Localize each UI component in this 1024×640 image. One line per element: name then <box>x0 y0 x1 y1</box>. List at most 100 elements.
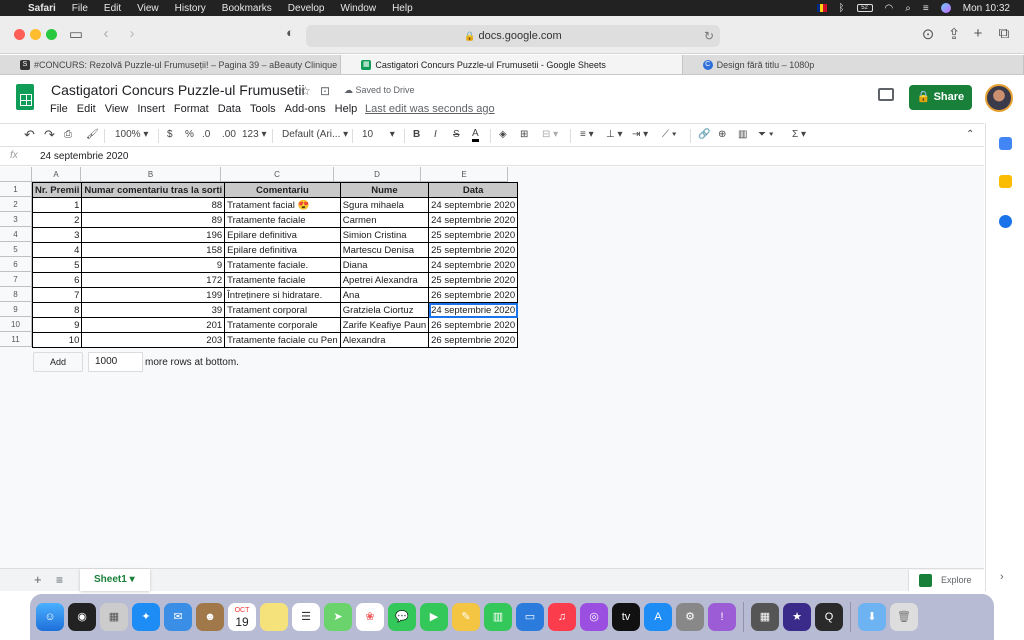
facetime-icon[interactable]: ▶ <box>420 603 448 631</box>
spotlight-icon[interactable]: ⌕ <box>905 3 911 14</box>
borders-icon[interactable]: ⊞ <box>520 129 528 140</box>
row-header[interactable]: 7 <box>0 272 32 287</box>
pages-icon[interactable]: ✎ <box>452 603 480 631</box>
menu-file[interactable]: File <box>64 3 96 14</box>
table-cell[interactable]: 39 <box>81 302 226 318</box>
table-cell[interactable]: 89 <box>81 212 226 228</box>
notes-icon[interactable] <box>260 603 288 631</box>
menu-develop[interactable]: Develop <box>280 3 333 14</box>
finder-icon[interactable]: ☺ <box>36 603 64 631</box>
table-cell[interactable]: Tratamente corporale <box>224 317 341 333</box>
menu-help[interactable]: Help <box>384 3 421 14</box>
calendar-icon[interactable] <box>999 137 1012 150</box>
row-header[interactable]: 9 <box>0 302 32 317</box>
table-cell[interactable]: Diana <box>339 257 430 273</box>
vertical-align-icon[interactable]: ⊥ ▾ <box>606 129 623 140</box>
comments-icon[interactable] <box>878 88 894 101</box>
table-cell[interactable]: 196 <box>81 227 226 243</box>
table-cell[interactable]: 26 septembrie 2020 <box>428 317 519 333</box>
table-cell[interactable]: 24 septembrie 2020 <box>428 197 519 213</box>
imovie-icon[interactable]: ★ <box>783 603 811 631</box>
table-cell[interactable]: 1 <box>31 197 83 213</box>
table-cell[interactable]: Tratamente faciale <box>224 212 341 228</box>
text-color-button[interactable]: A <box>472 129 479 142</box>
table-cell[interactable]: 5 <box>31 257 83 273</box>
siri-icon[interactable] <box>940 3 951 13</box>
table-cell[interactable]: Sgura mihaela <box>339 197 430 213</box>
table-cell[interactable]: 25 septembrie 2020 <box>428 272 519 288</box>
close-window-button[interactable] <box>14 29 25 40</box>
column-header-a[interactable]: A <box>32 167 81 182</box>
print-icon[interactable]: ⎙ <box>64 129 72 140</box>
sheets-menu-addons[interactable]: Add-ons <box>285 103 326 115</box>
wifi-icon[interactable]: ◠ <box>885 3 894 14</box>
keynote-icon[interactable]: ▭ <box>516 603 544 631</box>
percent-format-button[interactable]: % <box>185 129 194 140</box>
move-folder-icon[interactable]: ⊡ <box>320 84 330 98</box>
maps-icon[interactable]: ➤ <box>324 603 352 631</box>
strikethrough-button[interactable]: S <box>453 129 460 140</box>
photos-icon[interactable]: ❀ <box>356 603 384 631</box>
header-cell[interactable]: Comentariu <box>224 182 341 198</box>
paint-format-icon[interactable]: 🖌 <box>86 129 99 140</box>
privacy-shield-icon[interactable]: ◐ <box>280 25 300 40</box>
table-cell[interactable]: Tratamente faciale cu Pen <box>224 332 341 348</box>
table-cell[interactable]: 158 <box>81 242 226 258</box>
formula-input[interactable]: 24 septembrie 2020 <box>40 151 128 162</box>
column-header-e[interactable]: E <box>421 167 508 182</box>
system-preferences-icon[interactable]: ⚙ <box>676 603 704 631</box>
add-rows-button[interactable]: Add <box>33 352 83 372</box>
menu-edit[interactable]: Edit <box>96 3 129 14</box>
table-cell[interactable]: 26 septembrie 2020 <box>428 287 519 303</box>
sheets-menu-data[interactable]: Data <box>218 103 241 115</box>
zoom-window-button[interactable] <box>46 29 57 40</box>
header-cell[interactable]: Data <box>428 182 519 198</box>
mail-icon[interactable]: ✉ <box>164 603 192 631</box>
insert-chart-icon[interactable]: ▥ <box>738 129 747 140</box>
sheets-menu-tools[interactable]: Tools <box>250 103 276 115</box>
table-cell[interactable]: 201 <box>81 317 226 333</box>
sheets-menu-view[interactable]: View <box>105 103 129 115</box>
table-cell[interactable]: 25 septembrie 2020 <box>428 227 519 243</box>
control-center-icon[interactable]: ≡ <box>923 3 929 14</box>
clock[interactable]: Mon 10:32 <box>963 3 1010 14</box>
sheets-logo-icon[interactable] <box>16 84 34 110</box>
decrease-decimal-button[interactable]: .0 <box>202 129 210 140</box>
table-cell[interactable]: Zarife Keafiye Paun <box>339 317 430 333</box>
table-cell[interactable]: 9 <box>81 257 226 273</box>
add-rows-count-input[interactable]: 1000 <box>88 352 143 372</box>
horizontal-align-icon[interactable]: ≡ ▾ <box>580 129 594 140</box>
table-cell[interactable]: 203 <box>81 332 226 348</box>
italic-button[interactable]: I <box>434 129 437 140</box>
currency-format-button[interactable]: $ <box>167 129 173 140</box>
increase-decimal-button[interactable]: .00 <box>222 129 236 140</box>
music-icon[interactable]: ♫ <box>548 603 576 631</box>
redo-icon[interactable]: ↷ <box>44 127 55 143</box>
table-cell[interactable]: 26 septembrie 2020 <box>428 332 519 348</box>
zoom-select[interactable]: 100% ▾ <box>115 129 148 140</box>
calculator-icon[interactable]: ▦ <box>751 603 779 631</box>
launchpad-icon[interactable]: ▦ <box>100 603 128 631</box>
sheets-menu-format[interactable]: Format <box>174 103 209 115</box>
bold-button[interactable]: B <box>413 129 420 140</box>
table-cell[interactable]: Tratament corporal <box>224 302 341 318</box>
header-cell[interactable]: Nume <box>339 182 430 198</box>
reload-icon[interactable]: ↻ <box>704 25 714 47</box>
apple-tv-icon[interactable]: tv <box>612 603 640 631</box>
row-header[interactable]: 3 <box>0 212 32 227</box>
table-cell[interactable]: 3 <box>31 227 83 243</box>
tasks-icon[interactable] <box>999 215 1012 228</box>
share-icon[interactable]: ⇪ <box>944 25 964 43</box>
messages-icon[interactable]: 💬 <box>388 603 416 631</box>
downloads-folder-icon[interactable]: ⬇ <box>858 603 886 631</box>
font-select[interactable]: Default (Ari... ▾ <box>282 129 348 140</box>
column-header-c[interactable]: C <box>221 167 334 182</box>
table-cell[interactable]: Epilare definitiva <box>224 227 341 243</box>
table-cell[interactable]: Simion Cristina <box>339 227 430 243</box>
document-title[interactable]: Castigatori Concurs Puzzle-ul Frumusetii <box>51 82 305 98</box>
table-cell[interactable]: Tratament facial 😍 <box>224 197 341 213</box>
menu-bookmarks[interactable]: Bookmarks <box>214 3 280 14</box>
table-cell[interactable]: Carmen <box>339 212 430 228</box>
table-cell[interactable]: 24 septembrie 2020 <box>428 212 519 228</box>
table-cell[interactable]: 8 <box>31 302 83 318</box>
